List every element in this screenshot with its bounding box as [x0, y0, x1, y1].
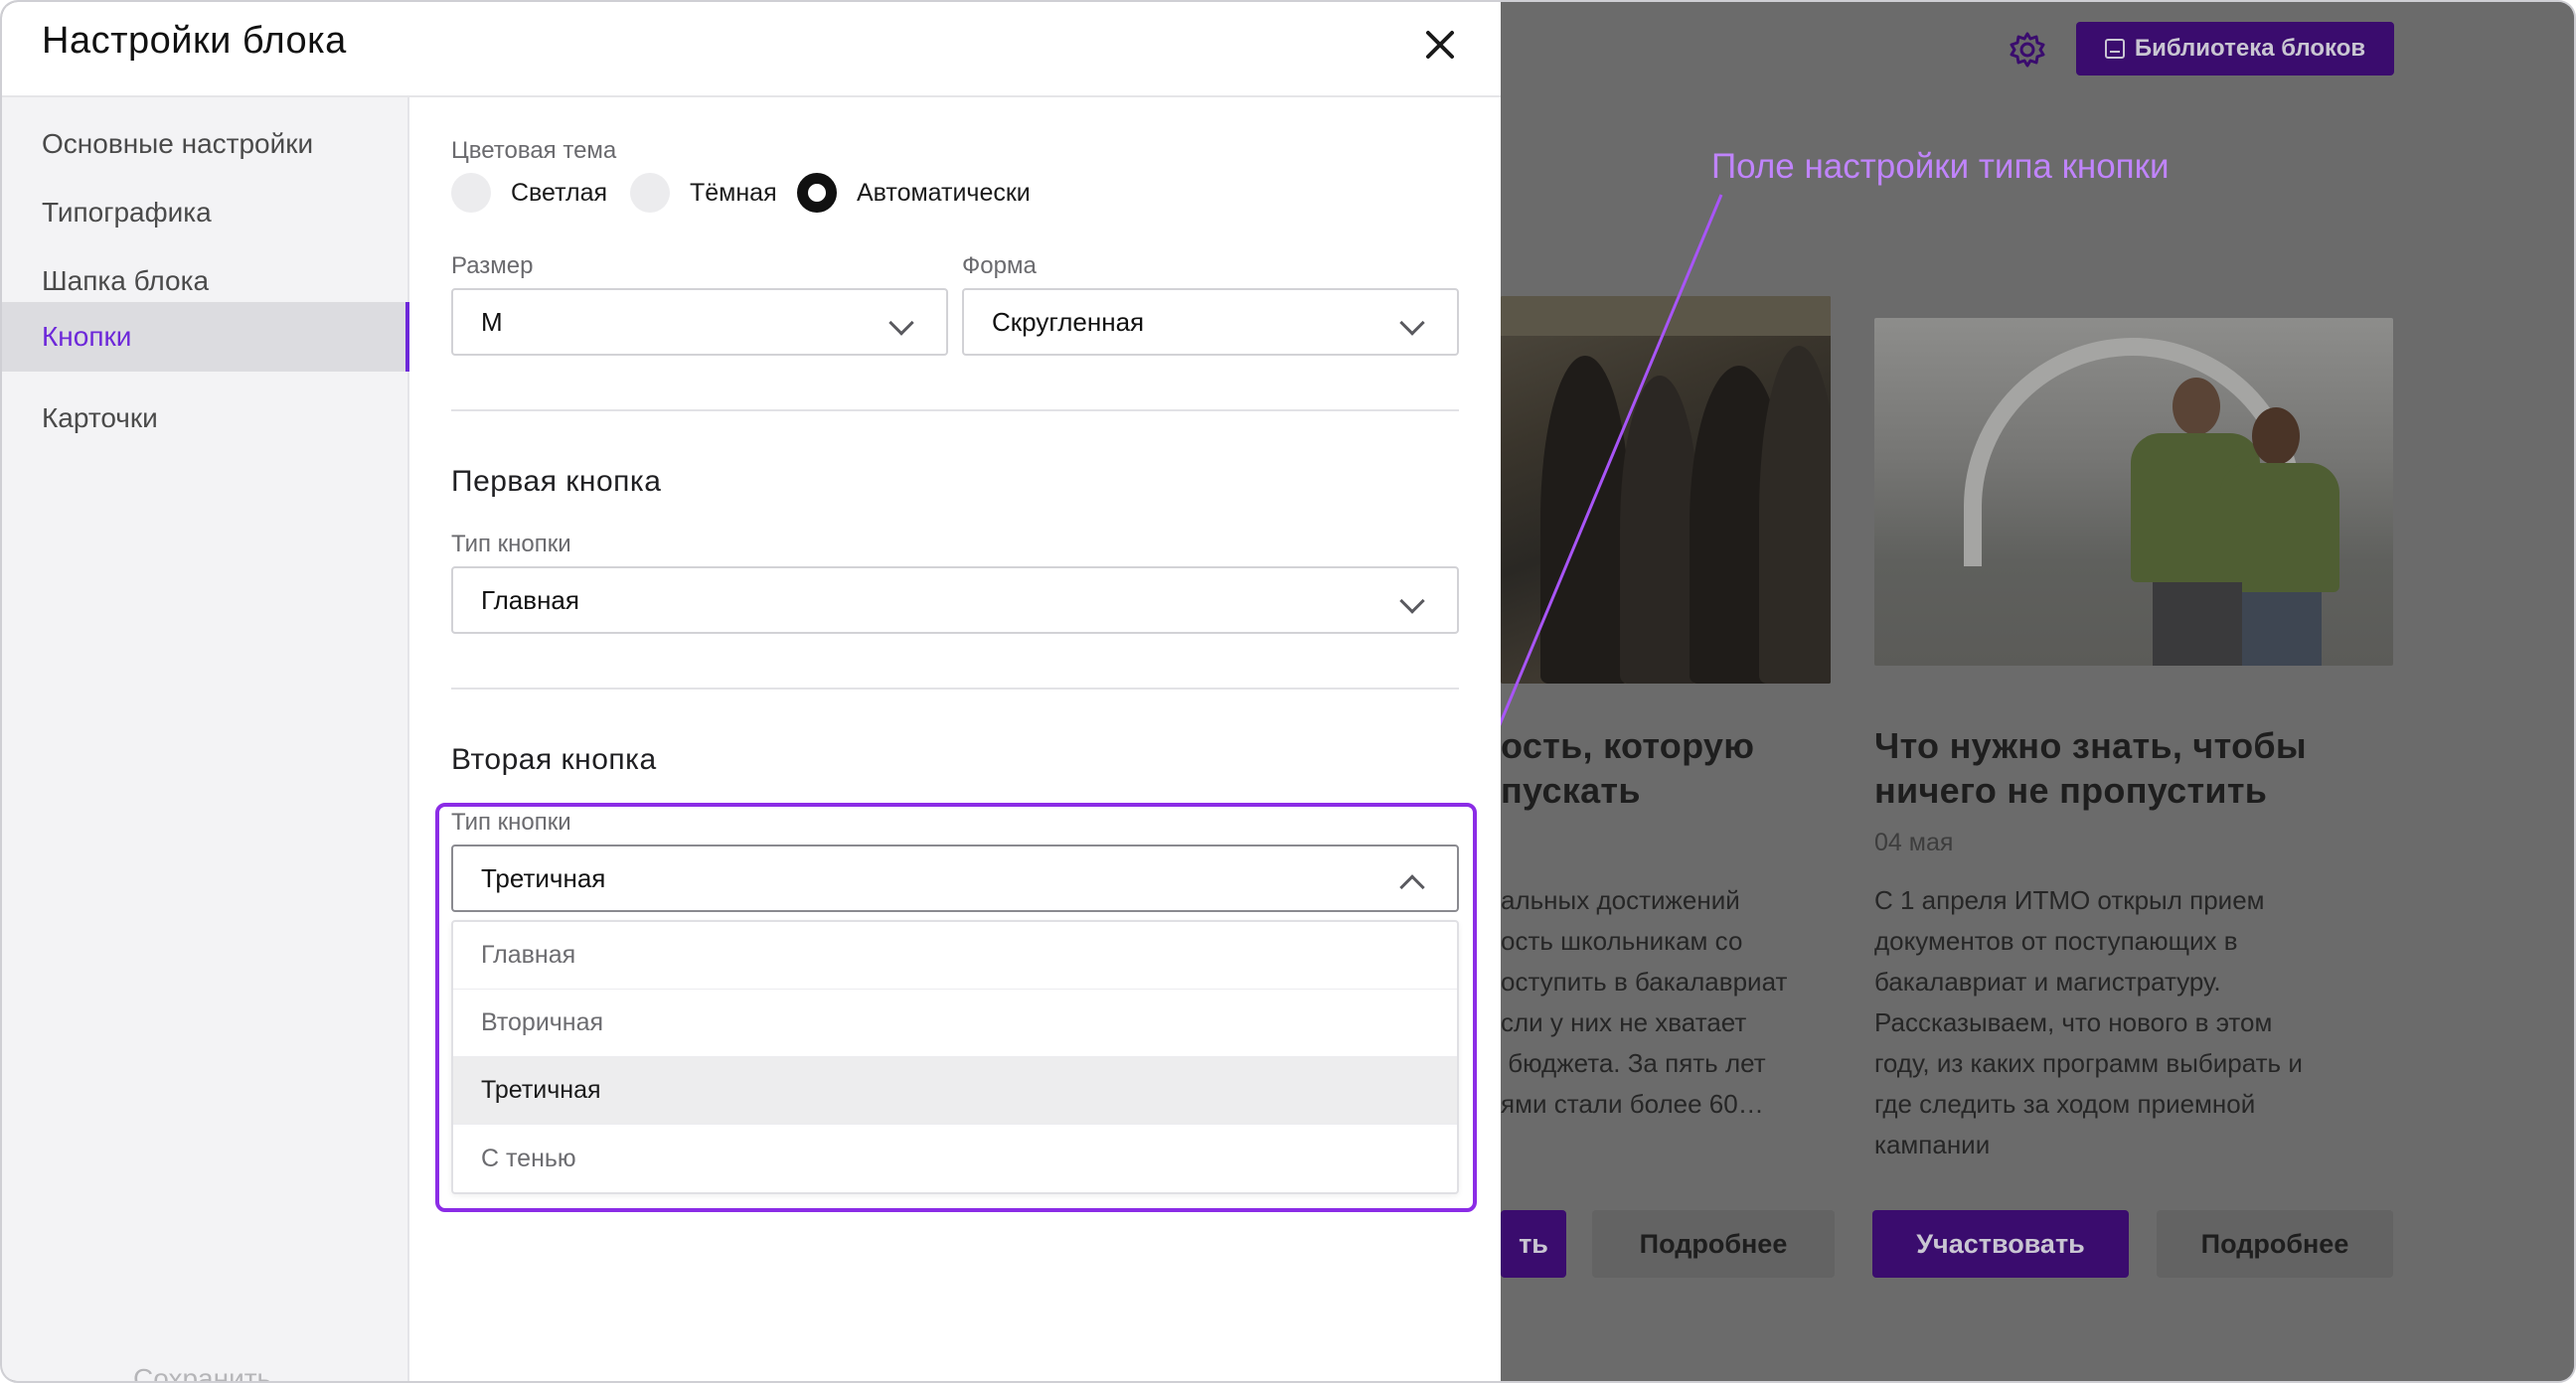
card-1-body: альных достижений ость школьникам со ост… — [1501, 880, 1787, 1125]
card-2-body-line: С 1 апреля ИТМО открыл прием — [1874, 885, 2265, 915]
settings-sidebar: Основные настройки Типографика Шапка бло… — [2, 97, 409, 1381]
library-button-label: Библиотека блоков — [2134, 35, 2366, 62]
card-2-secondary-label: Подробнее — [2200, 1228, 2349, 1259]
second-button-section-title: Вторая кнопка — [451, 743, 657, 776]
dropdown-option-primary[interactable]: Главная — [453, 922, 1457, 990]
card-1-body-line: бюджета. За пять лет — [1501, 1048, 1766, 1078]
card-2-body-line: где следить за ходом приемной — [1874, 1089, 2256, 1119]
chevron-down-icon — [888, 310, 914, 336]
card-1-primary-label: ть — [1519, 1228, 1548, 1259]
dropdown-option-secondary[interactable]: Вторичная — [453, 990, 1457, 1057]
first-button-section-title: Первая кнопка — [451, 465, 662, 498]
radio-circle-checked — [797, 173, 837, 213]
card-2-body-line: Рассказываем, что нового в этом — [1874, 1007, 2273, 1037]
sidebar-item-general[interactable]: Основные настройки — [2, 109, 409, 179]
second-button-type-label: Тип кнопки — [451, 809, 571, 836]
second-button-type-value: Третичная — [481, 862, 606, 893]
card-2-date: 04 мая — [1874, 829, 1954, 856]
library-button[interactable]: Библиотека блоков — [2076, 22, 2394, 76]
size-select[interactable]: M — [451, 288, 948, 356]
panel-title: Настройки блока — [42, 20, 347, 62]
divider — [451, 409, 1459, 411]
chevron-down-icon — [1399, 310, 1425, 336]
radio-circle — [630, 173, 670, 213]
card-1-body-line: ость школьникам со — [1501, 926, 1743, 956]
theme-radio-light-label: Светлая — [511, 178, 608, 207]
theme-label: Цветовая тема — [451, 137, 617, 164]
card-2-body-line: кампании — [1874, 1130, 1991, 1159]
size-label: Размер — [451, 252, 534, 279]
theme-radio-auto-label: Автоматически — [857, 178, 1031, 207]
card-1-more-button[interactable]: Подробнее — [1592, 1210, 1835, 1278]
theme-radio-dark[interactable]: Тёмная — [630, 173, 777, 213]
close-icon[interactable] — [1419, 24, 1461, 66]
card-1-participate-button[interactable]: ть — [1501, 1210, 1566, 1278]
card-2-body-line: документов от поступающих в — [1874, 926, 2238, 956]
annotation-label: Поле настройки типа кнопки — [1711, 147, 2170, 186]
second-button-type-select[interactable]: Третичная — [451, 845, 1459, 912]
card-2-primary-label: Участвовать — [1916, 1228, 2085, 1259]
card-1-body-line: сли у них не хватает — [1501, 1007, 1747, 1037]
background-page-overlay — [1501, 2, 2574, 1381]
card-2-title-line1: Что нужно знать, чтобы — [1874, 725, 2307, 766]
sidebar-item-cards[interactable]: Карточки — [2, 384, 409, 453]
card-1-title-line2: пускать — [1501, 770, 1641, 811]
first-button-type-label: Тип кнопки — [451, 531, 571, 557]
shape-label: Форма — [962, 252, 1037, 279]
card-2-more-button[interactable]: Подробнее — [2157, 1210, 2393, 1278]
sidebar-item-typography[interactable]: Типографика — [2, 178, 409, 247]
card-1-body-line: ями стали более 60… — [1501, 1089, 1764, 1119]
card-2-photo — [1874, 318, 2393, 666]
divider — [451, 688, 1459, 690]
card-1-title-line1: ость, которую — [1501, 725, 1755, 766]
chevron-down-icon — [1399, 588, 1425, 614]
card-2-participate-button[interactable]: Участвовать — [1872, 1210, 2129, 1278]
gear-icon[interactable] — [2008, 30, 2047, 70]
first-button-type-value: Главная — [481, 584, 579, 615]
sidebar-item-buttons[interactable]: Кнопки — [2, 302, 409, 372]
dropdown-option-tertiary[interactable]: Третичная — [453, 1057, 1457, 1125]
dropdown-option-shadow[interactable]: С тенью — [453, 1125, 1457, 1192]
card-1-body-line: альных достижений — [1501, 885, 1740, 915]
app-window: Библиотека блоков ость, которую пускать … — [0, 0, 2576, 1383]
second-button-type-dropdown: Главная Вторичная Третичная С тенью — [451, 920, 1459, 1194]
card-2-body-line: бакалавриат и магистратуру. — [1874, 967, 2221, 997]
card-1-body-line: оступить в бакалавриат — [1501, 967, 1788, 997]
card-1-secondary-label: Подробнее — [1639, 1228, 1788, 1259]
radio-circle — [451, 173, 491, 213]
card-2-body: С 1 апреля ИТМО открыл прием документов … — [1874, 880, 2303, 1165]
save-button[interactable]: Сохранить — [133, 1363, 271, 1381]
first-button-type-select[interactable]: Главная — [451, 566, 1459, 634]
shape-select-value: Скругленная — [992, 306, 1145, 337]
theme-radio-auto[interactable]: Автоматически — [797, 173, 1031, 213]
chevron-up-icon — [1399, 874, 1425, 900]
block-settings-panel: Настройки блока Основные настройки Типог… — [2, 2, 1501, 1381]
image-icon — [2104, 39, 2125, 59]
theme-radio-light[interactable]: Светлая — [451, 173, 607, 213]
size-select-value: M — [481, 306, 503, 337]
card-2-title-line2: ничего не пропустить — [1874, 770, 2268, 811]
card-1-photo — [1501, 296, 1831, 684]
card-2-body-line: году, из каких программ выбирать и — [1874, 1048, 2303, 1078]
shape-select[interactable]: Скругленная — [962, 288, 1459, 356]
panel-header: Настройки блока — [2, 2, 1501, 97]
theme-radio-dark-label: Тёмная — [690, 178, 777, 207]
